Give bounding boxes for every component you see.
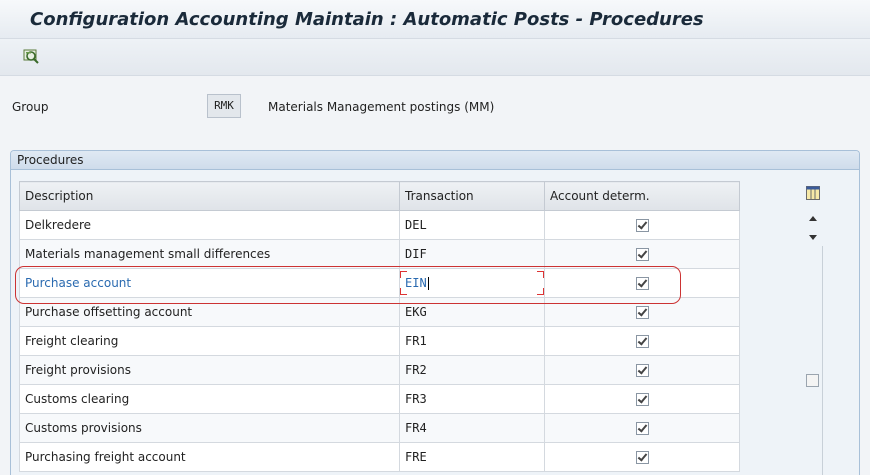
scroll-down-icon[interactable] [805,230,821,244]
scrollbar-track[interactable] [822,246,823,475]
toolbar [0,38,870,76]
account-determ-checkbox[interactable] [635,219,649,232]
table-row-selected[interactable]: Purchase account EIN [19,268,740,298]
transaction-cell[interactable]: DEL [399,210,545,240]
column-header-description[interactable]: Description [19,181,400,211]
account-determ-checkbox[interactable] [635,277,649,290]
transaction-cell[interactable]: FRE [399,442,545,472]
description-cell[interactable]: Freight provisions [19,355,400,385]
description-cell[interactable]: Purchase offsetting account [19,297,400,327]
table-row[interactable]: Delkredere DEL [19,210,740,240]
group-field[interactable]: RMK [207,94,241,118]
transaction-cell[interactable]: FR3 [399,384,545,414]
edit-bracket-tr [537,271,544,278]
table-row[interactable]: Freight provisions FR2 [19,355,740,385]
account-determ-cell [544,413,740,443]
panel-title: Procedures [11,151,859,170]
procedures-table: Description Transaction Account determ. … [19,181,740,472]
display-settings-icon[interactable] [22,47,42,67]
column-header-transaction[interactable]: Transaction [399,181,545,211]
account-determ-checkbox[interactable] [635,422,649,435]
account-determ-checkbox[interactable] [635,451,649,464]
account-determ-cell [544,326,740,356]
table-settings-icon[interactable] [806,186,820,200]
transaction-cell[interactable]: FR4 [399,413,545,443]
group-label: Group [12,100,49,114]
transaction-value: EIN [405,276,427,290]
description-cell[interactable]: Customs provisions [19,413,400,443]
column-header-account-determ[interactable]: Account determ. [544,181,740,211]
group-description: Materials Management postings (MM) [268,100,495,114]
procedures-panel: Procedures Description Transaction Accou… [10,150,860,475]
group-row: Group RMK Materials Management postings … [0,92,870,122]
title-bar: Configuration Accounting Maintain : Auto… [0,0,870,38]
table-row[interactable]: Freight clearing FR1 [19,326,740,356]
text-caret [427,277,429,290]
account-determ-checkbox[interactable] [635,364,649,377]
table-row[interactable]: Customs provisions FR4 [19,413,740,443]
account-determ-cell [544,297,740,327]
description-cell[interactable]: Purchasing freight account [19,442,400,472]
account-determ-checkbox[interactable] [635,335,649,348]
edit-bracket-tl [400,271,407,278]
description-cell[interactable]: Customs clearing [19,384,400,414]
description-cell[interactable]: Purchase account [19,268,400,298]
scrollbar-thumb[interactable] [806,374,819,387]
account-determ-cell [544,268,740,298]
account-determ-cell [544,239,740,269]
account-determ-cell [544,210,740,240]
description-cell[interactable]: Materials management small differences [19,239,400,269]
edit-bracket-br [537,288,544,295]
page-title: Configuration Accounting Maintain : Auto… [30,9,704,30]
transaction-cell[interactable]: FR1 [399,326,545,356]
account-determ-checkbox[interactable] [635,248,649,261]
account-determ-cell [544,355,740,385]
account-determ-checkbox[interactable] [635,393,649,406]
table-row[interactable]: Materials management small differences D… [19,239,740,269]
table-row[interactable]: Purchasing freight account FRE [19,442,740,472]
description-cell[interactable]: Freight clearing [19,326,400,356]
account-determ-checkbox[interactable] [635,306,649,319]
description-cell[interactable]: Delkredere [19,210,400,240]
scroll-up-icon[interactable] [805,212,821,226]
transaction-cell[interactable]: EKG [399,297,545,327]
transaction-cell[interactable]: DIF [399,239,545,269]
account-determ-cell [544,442,740,472]
table-row[interactable]: Purchase offsetting account EKG [19,297,740,327]
table-row[interactable]: Customs clearing FR3 [19,384,740,414]
transaction-cell[interactable]: FR2 [399,355,545,385]
account-determ-cell [544,384,740,414]
edit-bracket-bl [400,288,407,295]
transaction-cell-editing[interactable]: EIN [399,268,545,298]
